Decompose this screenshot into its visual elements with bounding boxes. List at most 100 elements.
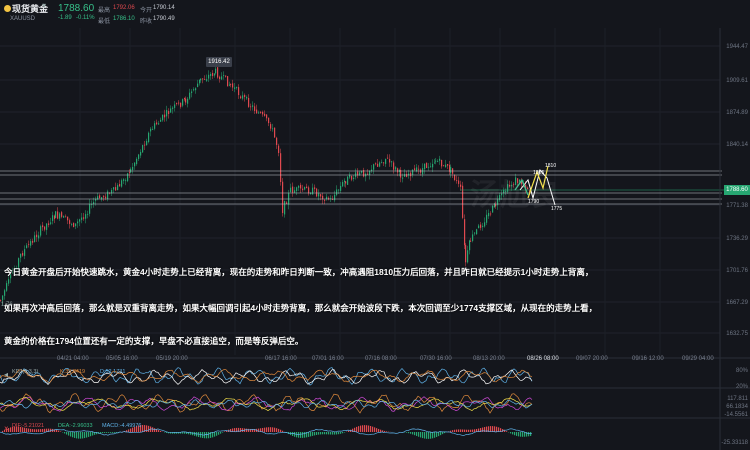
- candle-body: [262, 111, 264, 115]
- candle-body: [146, 140, 148, 146]
- candle-body: [189, 92, 191, 99]
- close-panel-icon[interactable]: ×: [4, 424, 9, 433]
- candle-body: [193, 89, 195, 91]
- candle-body: [248, 98, 250, 107]
- macd-bar: [272, 427, 274, 432]
- candle-body: [136, 158, 138, 165]
- macd-bar: [40, 429, 42, 432]
- price-axis-label: 1840.14: [726, 142, 748, 148]
- candle-body: [77, 221, 79, 224]
- macd-bar: [516, 432, 518, 436]
- candle-body: [430, 166, 432, 168]
- candle-body: [230, 83, 232, 85]
- candle-body: [258, 112, 260, 114]
- macd-bar: [64, 432, 66, 434]
- watermark: 汤尬良: [470, 179, 560, 212]
- panel-toggle-icon[interactable]: ◂: [4, 370, 8, 379]
- macd-bar: [362, 425, 364, 432]
- macd-bar: [472, 429, 474, 432]
- candle-body: [314, 187, 316, 189]
- candle-body: [480, 224, 482, 228]
- macd-bar: [328, 432, 330, 435]
- date-axis-label: 09/16 12:00: [632, 356, 664, 362]
- macd-bar: [322, 432, 324, 435]
- candle-body: [40, 226, 42, 236]
- candle-body: [252, 105, 254, 107]
- macd-bar: [90, 432, 92, 437]
- macd-bar: [338, 432, 340, 435]
- candle-body: [256, 109, 258, 114]
- candle-body: [345, 181, 347, 184]
- candle-body: [32, 240, 34, 243]
- candle-body: [152, 128, 154, 130]
- candle-body: [441, 159, 443, 167]
- price-change: -1.89: [58, 15, 72, 21]
- candle-body: [125, 180, 127, 182]
- macd-bar: [310, 432, 312, 437]
- candle-body: [2, 295, 4, 301]
- price-axis-label: 1632.75: [726, 331, 748, 337]
- candle-body: [270, 124, 272, 129]
- kdj-axis-label: 20%: [735, 384, 748, 390]
- candle-body: [458, 180, 460, 184]
- chevron-down-icon[interactable]: ▾: [42, 1, 46, 10]
- commentary-line: 今日黄金开盘后开始快速跳水，黄金4小时走势上已经背离，现在的走势和昨日判断一致，…: [4, 267, 594, 277]
- macd-bar: [216, 432, 218, 436]
- peak-price-tag: 1916.42: [206, 57, 232, 67]
- candle-body: [332, 199, 334, 200]
- candle-body: [57, 211, 59, 219]
- macd-bar: [292, 432, 294, 436]
- macd-bar: [380, 429, 382, 432]
- kdj-label[interactable]: KDJ(9,3,3): [12, 369, 38, 375]
- candle-body: [428, 166, 430, 168]
- macd-bar: [442, 432, 444, 435]
- candle-body: [138, 154, 140, 160]
- candle-body: [42, 225, 44, 228]
- candle-body: [379, 162, 381, 167]
- candle-body: [127, 173, 129, 182]
- candle-body: [172, 107, 174, 109]
- macd-bar: [332, 432, 334, 435]
- candle-body: [268, 117, 270, 124]
- candle-body: [383, 162, 385, 164]
- candle-body: [447, 164, 449, 166]
- candle-body: [476, 229, 478, 235]
- candle-body: [418, 168, 420, 170]
- candle-body: [150, 128, 152, 132]
- macd-bar: [84, 432, 86, 439]
- candle-body: [132, 166, 134, 171]
- candle-body: [462, 185, 464, 218]
- candle-body: [81, 217, 83, 220]
- current-price-badge: 1788.60: [724, 185, 750, 195]
- macd-bar: [146, 425, 148, 432]
- price-axis-label: 1909.61: [726, 78, 748, 84]
- macd-bar: [104, 432, 106, 433]
- macd-bar: [102, 432, 104, 434]
- macd-bar: [512, 432, 514, 435]
- macd-bar: [462, 429, 464, 432]
- macd-bar: [522, 432, 524, 437]
- candle-body: [73, 222, 75, 228]
- candle-body: [210, 73, 212, 76]
- panel2-axis-label: 117.811: [727, 396, 748, 402]
- macd-bar: [278, 428, 280, 432]
- candle-body: [65, 216, 67, 218]
- candle-body: [87, 213, 89, 215]
- candle-body: [69, 220, 71, 224]
- candle-body: [312, 187, 314, 195]
- candle-body: [300, 184, 302, 189]
- macd-bar: [344, 432, 346, 433]
- candle-body: [176, 103, 178, 104]
- date-axis-label: 04/21 04:00: [57, 356, 89, 362]
- macd-bar: [206, 432, 208, 439]
- candle-body: [156, 122, 158, 125]
- candle-body: [8, 279, 10, 284]
- candle-body: [83, 217, 85, 219]
- candle-body: [347, 176, 349, 185]
- candle-body: [144, 144, 146, 146]
- macd-bar: [496, 426, 498, 432]
- price-axis-label: 1736.29: [726, 236, 748, 242]
- candle-body: [160, 119, 162, 122]
- prev-close-label: 昨收: [140, 19, 153, 25]
- price-chart[interactable]: [0, 0, 750, 450]
